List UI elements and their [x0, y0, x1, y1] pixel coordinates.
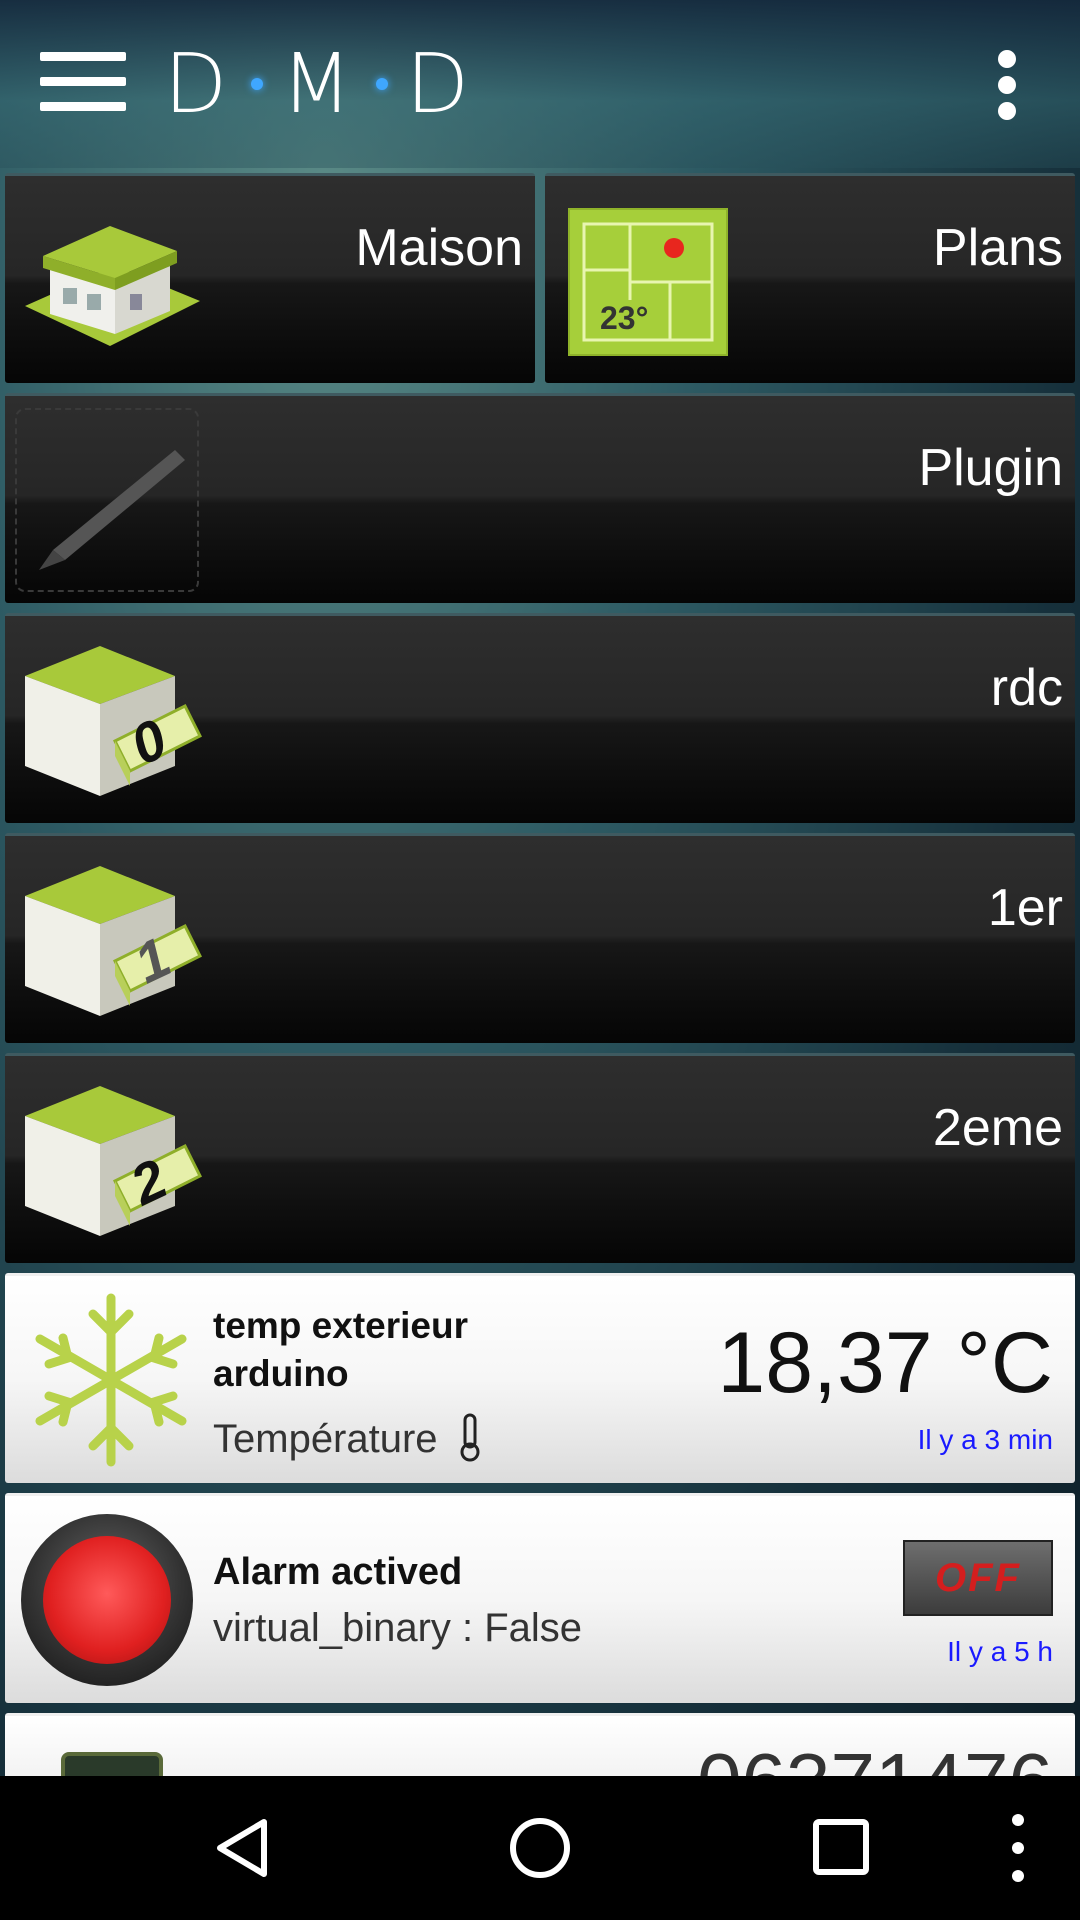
tile-label: Plans [932, 219, 1063, 277]
last-update-time: Il y a 3 min [917, 1424, 1053, 1455]
floor-plan-icon: 23° [568, 208, 728, 356]
tile-2eme[interactable]: 2 2eme [5, 1053, 1075, 1263]
off-toggle-button[interactable]: OFF [903, 1540, 1053, 1616]
tile-label: rdc [990, 659, 1063, 717]
logo-dot [375, 78, 388, 90]
plugin-placeholder-frame [15, 408, 199, 592]
tile-label: 2eme [932, 1099, 1063, 1157]
tile-plugin[interactable]: Plugin [5, 393, 1075, 603]
sensor-card-alarm[interactable]: Alarm actived virtual_binary : False OFF… [5, 1493, 1075, 1703]
tile-label: Maison [355, 219, 523, 277]
logo-letter-3: D [405, 36, 476, 132]
app-logo: D M D [164, 37, 475, 132]
app-bar: D M D [0, 0, 1080, 168]
tile-rdc[interactable]: 0 rdc [5, 613, 1075, 823]
tile-maison[interactable]: Maison [5, 173, 535, 383]
sensor-name: Alarm actived [213, 1551, 463, 1593]
logo-dot [251, 78, 264, 90]
thermometer-icon [460, 1413, 480, 1462]
tile-label: 1er [987, 879, 1063, 937]
logo-letter-2: M [281, 36, 358, 132]
tile-1er[interactable]: 1 1er [5, 833, 1075, 1043]
snowflake-icon [35, 1293, 187, 1467]
house-icon [25, 226, 200, 346]
floor-0-icon: 0 [25, 646, 203, 796]
sensor-card-temperature[interactable]: temp exterieur arduino Température 18,37… [5, 1273, 1075, 1483]
tile-plans[interactable]: 23° Plans [545, 173, 1075, 383]
last-update-time: Il y a 5 h [947, 1636, 1053, 1667]
sensor-value: 18,37 °C [717, 1315, 1053, 1411]
floor-2-icon: 2 [25, 1086, 203, 1236]
plan-temperature: 23° [600, 300, 649, 336]
sensor-detail: virtual_binary : False [213, 1606, 583, 1650]
system-navigation-bar [0, 1776, 1080, 1920]
floor-1-icon: 1 [25, 866, 203, 1016]
back-icon[interactable] [212, 1816, 272, 1880]
more-options-icon[interactable] [994, 50, 1022, 120]
pencil-icon [39, 442, 185, 570]
sensor-name: temp exterieur arduino [213, 1305, 468, 1394]
sensor-type: Température [213, 1412, 485, 1462]
tile-label: Plugin [918, 439, 1063, 497]
nav-menu-icon[interactable] [1010, 1814, 1030, 1884]
alarm-button-icon [21, 1514, 193, 1686]
logo-letter-1: D [164, 36, 234, 132]
recents-icon[interactable] [812, 1818, 870, 1876]
home-icon[interactable] [508, 1816, 572, 1880]
menu-icon[interactable] [40, 52, 126, 112]
